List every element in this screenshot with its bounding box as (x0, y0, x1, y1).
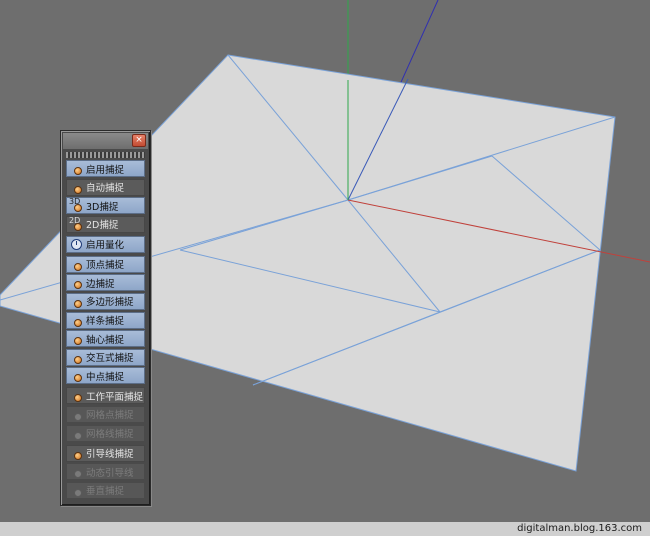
snap-item-14[interactable]: 网格线捕捉 (66, 424, 145, 442)
quantize-clock-icon (69, 238, 83, 251)
snap-toggle-icon (69, 162, 83, 175)
snap-item-label: 样条捕捉 (86, 316, 125, 328)
perpendicular-snap-icon (69, 484, 83, 497)
intersection-snap-icon (69, 351, 83, 364)
snap-palette[interactable]: × 启用捕捉 自动捕捉 3D 3D捕捉 2D 2D捕捉 启用量化 顶点捕捉 边捕捉 多边形捕捉 样条… (60, 130, 151, 506)
grid-line-snap-icon (69, 427, 83, 440)
snap-item-label: 网格线捕捉 (86, 429, 134, 441)
snap-item-16[interactable]: 动态引导线 (66, 463, 145, 481)
axis-snap-icon (69, 332, 83, 346)
snap-item-label: 中点捕捉 (86, 371, 125, 383)
snap-item-15[interactable]: 引导线捕捉 (66, 444, 145, 462)
snap-item-11[interactable]: 中点捕捉 (66, 367, 145, 385)
midpoint-snap-icon (69, 369, 83, 383)
snap-item-label: 自动捕捉 (86, 183, 125, 195)
snap-item-label: 工作平面捕捉 (86, 391, 144, 403)
snap-item-label: 2D捕捉 (86, 220, 119, 232)
2d-snap-icon: 2D (69, 216, 83, 231)
snap-item-label: 3D捕捉 (86, 201, 119, 213)
palette-grip[interactable] (66, 152, 145, 158)
grid-point-snap-icon (69, 408, 83, 421)
palette-titlebar[interactable]: × (63, 133, 148, 149)
snap-item-label: 启用量化 (86, 240, 125, 252)
vertex-snap-icon (69, 258, 83, 271)
guide-snap-icon (69, 447, 83, 460)
auto-snap-icon (69, 181, 83, 194)
snap-item-label: 启用捕捉 (86, 164, 125, 176)
snap-item-2[interactable]: 3D 3D捕捉 (66, 197, 145, 215)
snap-item-6[interactable]: 边捕捉 (66, 274, 145, 292)
polygon-snap-icon (69, 295, 83, 308)
snap-item-label: 交互式捕捉 (86, 353, 134, 365)
snap-item-0[interactable]: 启用捕捉 (66, 160, 145, 177)
snap-item-5[interactable]: 顶点捕捉 (66, 255, 145, 273)
snap-item-10[interactable]: 交互式捕捉 (66, 348, 145, 366)
snap-item-label: 边捕捉 (86, 278, 115, 290)
snap-list: 启用捕捉 自动捕捉 3D 3D捕捉 2D 2D捕捉 启用量化 顶点捕捉 边捕捉 多边形捕捉 样条捕捉… (66, 160, 145, 500)
snap-item-label: 网格点捕捉 (86, 410, 134, 422)
edge-snap-icon (69, 276, 83, 290)
snap-item-9[interactable]: 轴心捕捉 (66, 330, 145, 348)
snap-item-7[interactable]: 多边形捕捉 (66, 292, 145, 310)
snap-item-label: 引导线捕捉 (86, 449, 134, 461)
snap-item-1[interactable]: 自动捕捉 (66, 178, 145, 196)
snap-item-label: 多边形捕捉 (86, 297, 134, 309)
spline-snap-icon (69, 314, 83, 327)
snap-item-label: 垂直捕捉 (86, 486, 125, 498)
snap-item-label: 顶点捕捉 (86, 260, 125, 272)
snap-item-label: 动态引导线 (86, 467, 134, 479)
workplane-snap-icon (69, 389, 83, 403)
snap-item-3[interactable]: 2D 2D捕捉 (66, 215, 145, 233)
close-button[interactable]: × (132, 134, 146, 147)
3d-snap-icon: 3D (69, 198, 83, 213)
dynamic-guide-icon (69, 465, 83, 479)
snap-item-12[interactable]: 工作平面捕捉 (66, 387, 145, 405)
snap-item-17[interactable]: 垂直捕捉 (66, 481, 145, 499)
snap-item-13[interactable]: 网格点捕捉 (66, 405, 145, 423)
snap-item-8[interactable]: 样条捕捉 (66, 311, 145, 329)
snap-item-4[interactable]: 启用量化 (66, 235, 145, 253)
snap-item-label: 轴心捕捉 (86, 334, 125, 346)
watermark: digitalman.blog.163.com (517, 523, 642, 534)
